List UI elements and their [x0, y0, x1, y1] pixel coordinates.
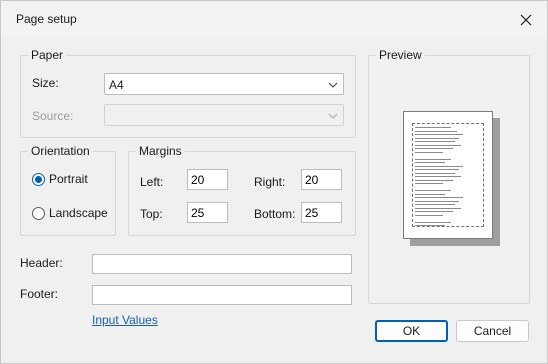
- preview-text-line: [415, 130, 457, 132]
- orientation-legend: Orientation: [31, 144, 90, 158]
- header-label: Header:: [20, 256, 63, 270]
- portrait-label: Portrait: [49, 172, 88, 186]
- preview-text-line: [415, 134, 463, 135]
- right-margin-input[interactable]: [301, 169, 342, 190]
- preview-text-line: [415, 207, 461, 209]
- preview-text-line: [415, 162, 445, 163]
- page-setup-dialog: Page setup Paper Size: A4 Source: Orient…: [0, 0, 548, 364]
- preview-text-line: [415, 158, 451, 160]
- size-label: Size:: [32, 76, 59, 90]
- preview-text-line: [415, 197, 463, 198]
- bottom-margin-label: Bottom:: [254, 207, 296, 221]
- orientation-group: Orientation: [20, 144, 116, 236]
- source-select[interactable]: [104, 104, 344, 126]
- preview-text-line: [415, 183, 443, 184]
- ok-button[interactable]: OK: [375, 320, 448, 342]
- preview-text-line: [415, 190, 451, 191]
- preview-page: [403, 111, 493, 239]
- size-select-value: A4: [109, 78, 124, 92]
- chevron-down-icon: [328, 82, 338, 88]
- preview-text-line: [415, 176, 461, 177]
- preview-text-line: [415, 214, 443, 216]
- dialog-title: Page setup: [16, 12, 77, 26]
- preview-text-line: [415, 144, 461, 146]
- cancel-button[interactable]: Cancel: [456, 320, 529, 342]
- top-margin-label: Top:: [140, 207, 163, 221]
- top-margin-input[interactable]: [187, 202, 228, 223]
- preview-text-line: [415, 137, 459, 139]
- input-values-link[interactable]: Input Values: [92, 313, 158, 327]
- left-margin-label: Left:: [140, 175, 164, 189]
- size-select[interactable]: A4: [104, 73, 344, 95]
- preview-text-line: [415, 221, 451, 223]
- right-margin-label: Right:: [254, 175, 286, 189]
- preview-text-line: [415, 225, 445, 226]
- footer-label: Footer:: [20, 287, 59, 301]
- preview-text-line: [415, 204, 455, 205]
- source-label: Source:: [32, 109, 74, 123]
- preview-text-line: [415, 165, 463, 167]
- radio-checked-icon: [32, 172, 45, 186]
- preview-text-line: [415, 169, 459, 170]
- footer-input[interactable]: [92, 285, 352, 305]
- title-bar: Page setup: [1, 1, 547, 37]
- landscape-radio[interactable]: Landscape: [32, 206, 108, 220]
- margins-legend: Margins: [139, 144, 182, 158]
- preview-text-line: [415, 127, 451, 128]
- header-input[interactable]: [92, 254, 352, 274]
- landscape-label: Landscape: [49, 206, 108, 220]
- preview-text-line: [415, 172, 455, 174]
- close-button[interactable]: [515, 9, 537, 31]
- preview-text-line: [415, 193, 445, 195]
- preview-text-line: [415, 141, 455, 142]
- preview-margin-box: [412, 123, 484, 227]
- portrait-radio[interactable]: Portrait: [32, 172, 88, 186]
- radio-unchecked-icon: [32, 206, 45, 220]
- chevron-down-icon: [328, 113, 338, 119]
- close-icon: [520, 14, 532, 26]
- bottom-margin-input[interactable]: [301, 202, 342, 223]
- preview-text-line: [415, 211, 453, 212]
- left-margin-input[interactable]: [187, 169, 228, 190]
- preview-text-line: [415, 179, 453, 181]
- preview-text-line: [415, 151, 443, 153]
- preview-legend: Preview: [379, 48, 422, 62]
- preview-text-line: [415, 200, 459, 202]
- preview-text-line: [415, 148, 453, 149]
- paper-legend: Paper: [31, 48, 64, 62]
